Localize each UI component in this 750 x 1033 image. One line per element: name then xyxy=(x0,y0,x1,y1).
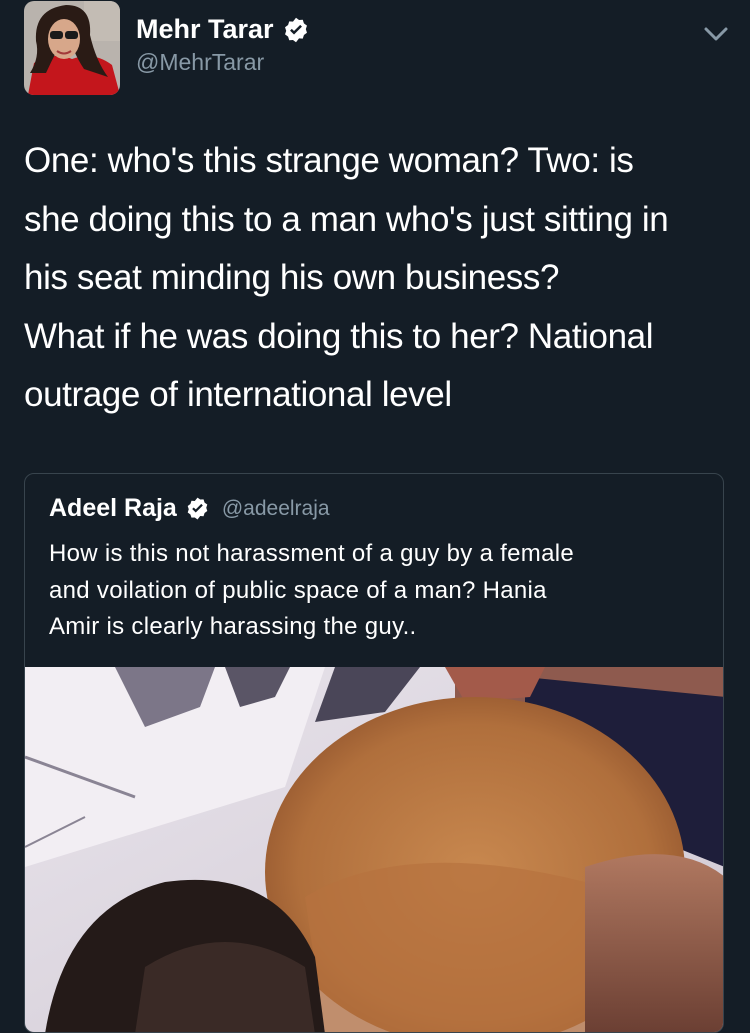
tweet-text-line: outrage of international level xyxy=(24,375,452,414)
quoted-media-image[interactable] xyxy=(25,667,724,1033)
quoted-text-line: and voilation of public space of a man? … xyxy=(49,576,547,604)
avatar-image xyxy=(24,1,120,95)
verified-badge-icon xyxy=(284,17,307,42)
quoted-author-name: Adeel Raja xyxy=(49,494,177,522)
chevron-down-icon[interactable] xyxy=(702,24,730,44)
tweet-text-line: One: who's this strange woman? Two: is xyxy=(24,141,634,180)
quoted-tweet-text: How is this not harassment of a guy by a… xyxy=(49,536,709,646)
author-name-row[interactable]: Mehr Tarar xyxy=(136,14,310,45)
quoted-tweet-card[interactable]: Adeel Raja @adeelraja How is this not ha… xyxy=(24,473,724,1033)
quoted-author-row: Adeel Raja @adeelraja xyxy=(49,494,330,523)
verified-badge-icon xyxy=(187,497,208,520)
tweet-text: One: who's this strange woman? Two: is s… xyxy=(24,132,734,425)
tweet-text-line: she doing this to a man who's just sitti… xyxy=(24,199,669,239)
quoted-text-line: How is this not harassment of a guy by a… xyxy=(49,540,575,567)
tweet-text-line: What if he was doing this to her? Nation… xyxy=(24,316,654,356)
quoted-text-line: Amir is clearly harassing the guy.. xyxy=(49,613,417,640)
tweet-text-line: his seat minding his own business? xyxy=(24,258,560,297)
avatar[interactable] xyxy=(24,1,120,95)
quoted-author-handle: @adeelraja xyxy=(221,496,330,520)
author-handle[interactable]: @MehrTarar xyxy=(136,49,264,76)
author-name[interactable]: Mehr Tarar xyxy=(136,14,274,45)
